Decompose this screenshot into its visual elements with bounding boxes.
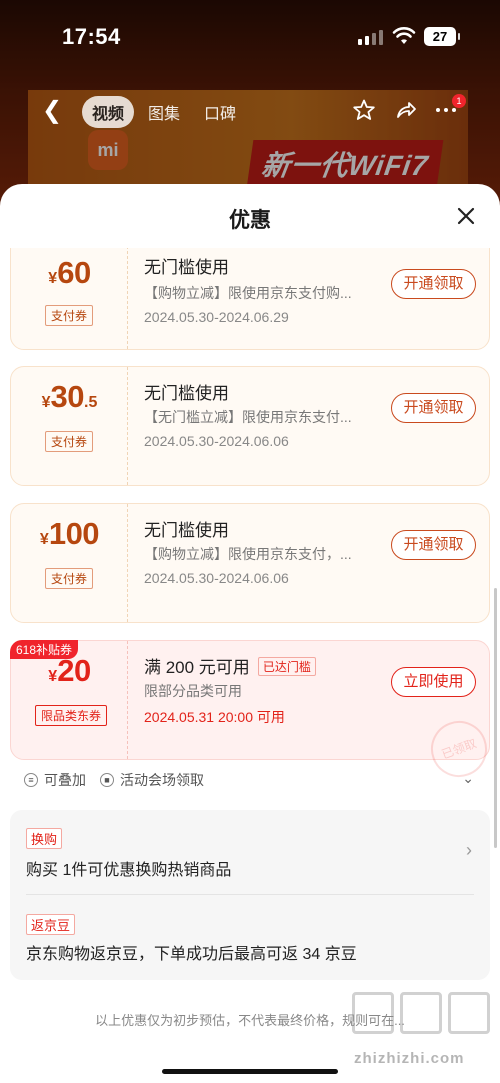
- status-time: 17:54: [62, 24, 121, 49]
- cellular-signal-icon: [358, 30, 383, 45]
- coupon-type: 支付券: [45, 568, 94, 589]
- notification-badge: 1: [452, 94, 466, 108]
- coupon-validity: 2024.05.30-2024.06.06: [144, 433, 289, 449]
- offer-text: 京东购物返京豆，下单成功后最高可返 34 京豆: [26, 946, 357, 963]
- watermark-logo: [352, 992, 490, 1034]
- coupon-validity: 2024.05.30-2024.06.29: [144, 309, 289, 325]
- watermark-text: zhizhizhi.com: [354, 1050, 465, 1067]
- coupon-type: 限品类东券: [35, 705, 108, 726]
- coupon-card: ¥30.5 支付券 无门槛使用 【无门槛立减】限使用京东支付... 2024.0…: [10, 366, 490, 486]
- coupon-amount: ¥30.5: [41, 379, 98, 414]
- tab-gallery[interactable]: 图集: [138, 96, 190, 128]
- chevron-down-icon[interactable]: ⌄: [462, 770, 474, 787]
- chevron-right-icon[interactable]: ›: [466, 840, 472, 861]
- extra-offers-card: 换购 购买 1件可优惠换购热销商品 › 返京豆 京东购物返京豆，下单成功后最高可…: [10, 810, 490, 980]
- offer-tag: 返京豆: [26, 914, 76, 935]
- subsidy-tag: 618补贴券: [10, 640, 79, 659]
- coupon-validity: 2024.05.30-2024.06.06: [144, 570, 289, 586]
- close-icon[interactable]: [454, 204, 478, 228]
- coupon-description: 限部分品类可用: [144, 683, 242, 699]
- coupon-card: ¥100 支付券 无门槛使用 【购物立减】限使用京东支付，... 2024.05…: [10, 503, 490, 623]
- home-indicator: [162, 1069, 338, 1074]
- media-tabs: 视频 图集 口碑: [82, 96, 246, 128]
- coupon-meta-row: ≡ 可叠加 ■ 活动会场领取 ⌄: [24, 768, 480, 792]
- stack-icon: ≡: [24, 773, 38, 787]
- sheet-title: 优惠: [229, 209, 271, 232]
- divider: [26, 894, 474, 895]
- coupon-title: 无门槛使用: [144, 258, 229, 277]
- coupon-title: 满 200 元可用 已达门槛: [144, 653, 316, 678]
- offer-text[interactable]: 购买 1件可优惠换购热销商品: [26, 856, 231, 880]
- sheet-header: 优惠: [0, 184, 500, 248]
- coupon-card: ¥60 支付券 无门槛使用 【购物立减】限使用京东支付购... 2024.05.…: [10, 248, 490, 350]
- venue-info: ■ 活动会场领取: [100, 770, 204, 790]
- stackable-info: ≡ 可叠加: [24, 770, 86, 790]
- favorite-star-icon[interactable]: [352, 98, 376, 122]
- coupon-type: 支付券: [45, 305, 94, 326]
- more-icon[interactable]: [434, 106, 458, 114]
- activate-claim-button[interactable]: 开通领取: [391, 393, 476, 423]
- offer-tag: 换购: [26, 828, 63, 849]
- activate-claim-button[interactable]: 开通领取: [391, 530, 476, 560]
- coupon-description: 【无门槛立减】限使用京东支付...: [144, 409, 352, 425]
- coupon-title: 无门槛使用: [144, 521, 229, 540]
- coupon-amount-panel: ¥100 支付券: [11, 504, 128, 622]
- coupon-description: 【购物立减】限使用京东支付购...: [144, 285, 352, 301]
- wifi-icon: [392, 27, 416, 44]
- share-icon[interactable]: [394, 98, 418, 122]
- back-icon[interactable]: ❮: [42, 96, 62, 125]
- coupon-amount-panel: ¥30.5 支付券: [11, 367, 128, 485]
- product-top-nav: ❮ 视频 图集 口碑: [0, 92, 500, 132]
- coupon-description: 【购物立减】限使用京东支付，...: [144, 546, 352, 562]
- coupon-validity: 2024.05.31 20:00 可用: [144, 709, 285, 725]
- coupon-title: 无门槛使用: [144, 384, 229, 403]
- tab-reviews[interactable]: 口碑: [194, 96, 246, 128]
- flag-icon: ■: [100, 773, 114, 787]
- battery-indicator: 27: [424, 27, 460, 46]
- tab-video[interactable]: 视频: [82, 96, 135, 128]
- coupon-amount: ¥60: [48, 255, 91, 290]
- coupon-amount-panel: ¥60 支付券: [11, 248, 128, 349]
- coupon-amount: ¥100: [39, 516, 100, 551]
- sheet-scroll-area[interactable]: ¥60 支付券 无门槛使用 【购物立减】限使用京东支付购... 2024.05.…: [0, 248, 500, 1083]
- use-now-button[interactable]: 立即使用: [391, 667, 476, 697]
- discount-sheet: 优惠 ¥60 支付券 无门槛使用 【购物立减】限使用京东支付购... 2024.…: [0, 184, 500, 1083]
- threshold-reached-badge: 已达门槛: [257, 657, 316, 676]
- coupon-type: 支付券: [45, 431, 94, 452]
- coupon-card-618: ¥20 限品类东券 618补贴券 满 200 元可用 已达门槛 限部分品类可用 2…: [10, 640, 495, 785]
- scrollbar[interactable]: [494, 588, 497, 848]
- coupon-threshold: 满 200 元可用: [144, 658, 250, 677]
- status-bar: 17:54 27: [0, 0, 500, 74]
- activate-claim-button[interactable]: 开通领取: [391, 269, 476, 299]
